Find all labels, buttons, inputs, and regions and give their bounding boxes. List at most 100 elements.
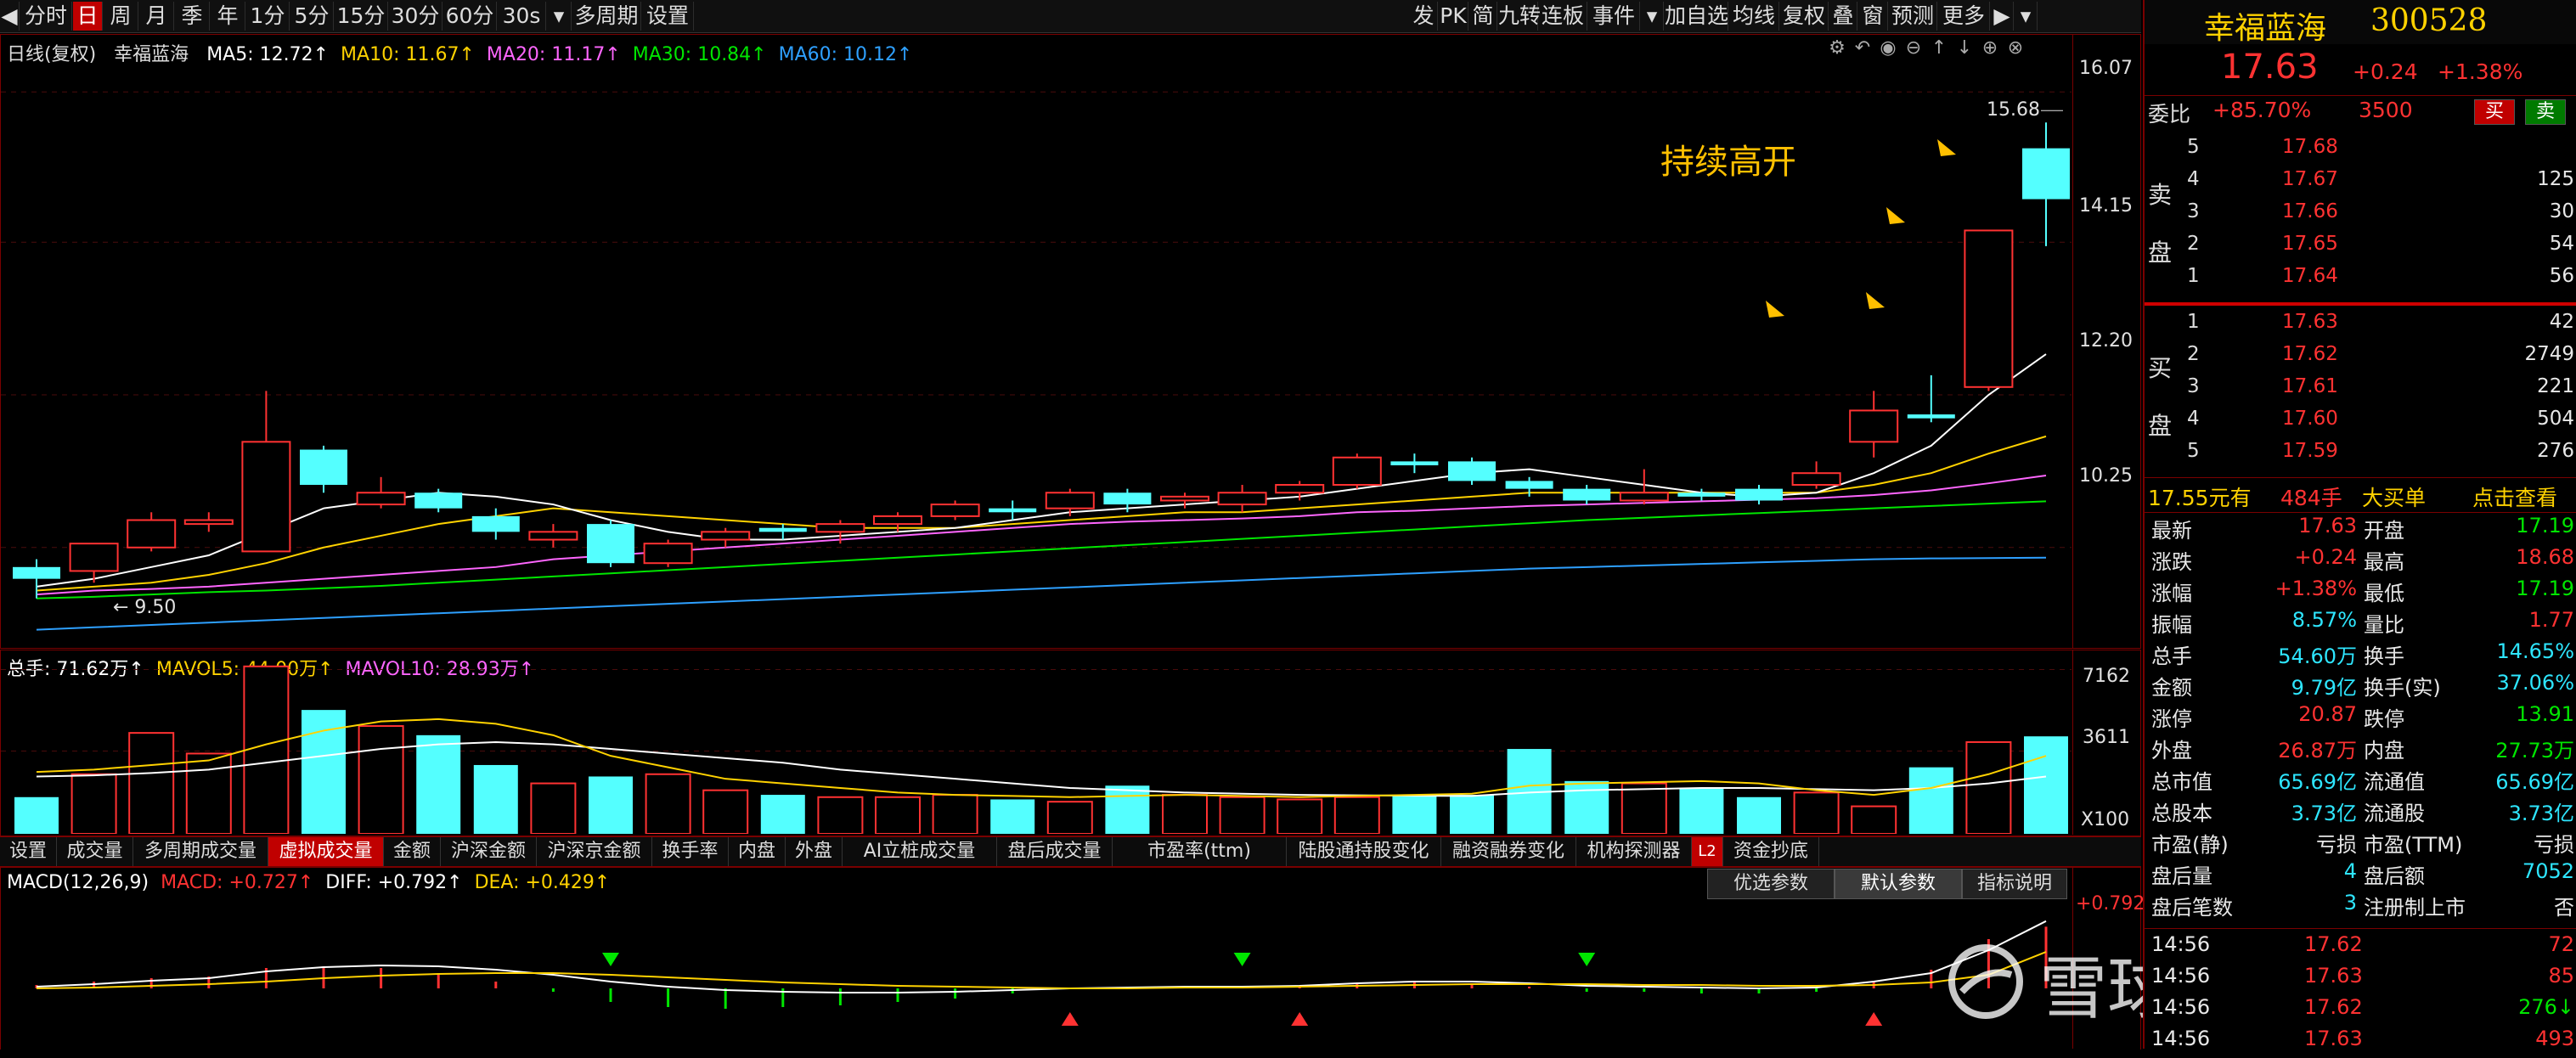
volume-bar-7[interactable] [416,734,461,834]
toolbar-right-item-0[interactable]: 发 [1410,2,1438,31]
candle-8[interactable] [471,508,520,540]
up-arrow-icon[interactable]: ↑ [1926,37,1952,59]
volume-bar-22[interactable] [1277,798,1323,834]
volume-bar-27[interactable] [1564,780,1609,834]
bid-row-1[interactable]: 1 17.63 42 [2145,311,2576,337]
close-circle-icon[interactable]: ⊗ [2003,37,2028,59]
ask-row-1[interactable]: 1 17.64 56 [2145,265,2576,291]
candle-12[interactable] [701,527,751,548]
macd-chart[interactable] [1,900,2072,1049]
candle-10[interactable] [587,520,634,567]
indicator-tab-0[interactable]: 设置 [0,837,57,866]
indicator-tab-13[interactable]: 陆股通持股变化 [1287,837,1441,866]
toolbar-right-item-9[interactable]: 复权 [1780,2,1829,31]
candle-15[interactable] [873,512,922,532]
volume-bar-28[interactable] [1621,782,1667,834]
indicator-tab-9[interactable]: 外盘 [786,837,843,866]
volume-bar-32[interactable] [1851,805,1897,834]
toolbar-right-item-1[interactable]: PK [1439,2,1468,31]
macd-button-0[interactable]: 优选参数 [1707,869,1835,899]
indicator-tab-4[interactable]: 金额 [384,837,441,866]
toolbar-item-10[interactable]: 30分 [389,2,442,31]
toolbar-item-14[interactable]: 多周期 [572,2,641,31]
indicator-tab-1[interactable]: 成交量 [57,837,133,866]
toolbar-item-5[interactable]: 季 [175,2,210,31]
candle-9[interactable] [528,524,578,548]
candle-6[interactable] [356,476,406,509]
indicator-tab-10[interactable]: AI立桩成交量 [843,837,997,866]
volume-bar-18[interactable] [1046,801,1093,834]
toolbar-right-item-10[interactable]: 叠 [1829,2,1857,31]
volume-chart[interactable] [1,650,2072,834]
candle-33[interactable] [1907,374,1955,423]
volume-bar-8[interactable] [473,764,518,834]
indicator-tab-7[interactable]: 换手率 [652,837,729,866]
volume-bar-29[interactable] [1679,787,1724,834]
volume-bar-30[interactable] [1737,796,1781,834]
indicator-tab-15[interactable]: 机构探测器 [1576,837,1692,866]
toolbar-item-1[interactable]: 分时 [20,2,72,31]
toolbar-item-15[interactable]: 设置 [642,2,694,31]
volume-bar-6[interactable] [358,725,404,834]
indicator-tab-5[interactable]: 沪深金额 [441,837,537,866]
indicator-tab-11[interactable]: 盘后成交量 [997,837,1113,866]
candle-21[interactable] [1217,485,1267,513]
toolbar-item-9[interactable]: 15分 [335,2,388,31]
volume-bar-0[interactable] [14,796,59,834]
volume-bar-21[interactable] [1219,796,1265,834]
bid-row-2[interactable]: 2 17.62 2749 [2145,343,2576,369]
volume-bar-17[interactable] [990,799,1035,834]
candle-5[interactable] [300,445,347,493]
indicator-tab-8[interactable]: 内盘 [729,837,786,866]
toolbar-right-item-2[interactable]: 简 [1469,2,1497,31]
candle-18[interactable] [1045,488,1095,516]
toolbar-item-8[interactable]: 5分 [290,2,334,31]
toolbar-right-item-14[interactable]: ▶ [1991,2,2014,31]
macd-button-1[interactable]: 默认参数 [1835,869,1962,899]
candle-7[interactable] [414,488,463,513]
candle-11[interactable] [643,539,693,567]
ask-row-5[interactable]: 5 17.68 [2145,136,2576,162]
volume-bar-1[interactable] [70,773,117,834]
ask-row-4[interactable]: 4 17.67 125 [2145,168,2576,194]
indicator-tab-6[interactable]: 沪深京金额 [537,837,652,866]
volume-bar-24[interactable] [1392,795,1437,834]
volume-bar-23[interactable] [1333,796,1380,834]
volume-bar-13[interactable] [760,795,805,834]
volume-bar-31[interactable] [1793,791,1840,834]
volume-bar-2[interactable] [128,732,175,834]
candle-30[interactable] [1735,485,1783,505]
volume-bar-16[interactable] [932,794,978,834]
buy-button[interactable]: 买 [2474,99,2515,125]
candle-25[interactable] [1448,457,1496,486]
volume-bar-4[interactable] [243,665,290,834]
ask-row-2[interactable]: 2 17.65 54 [2145,233,2576,259]
candle-2[interactable] [127,512,177,552]
indicator-tab-12[interactable]: 市盈率(ttm) [1113,837,1287,866]
sell-button[interactable]: 卖 [2525,99,2566,125]
bid-row-4[interactable]: 4 17.60 504 [2145,408,2576,434]
toolbar-item-13[interactable]: ▾ [547,2,572,31]
candle-3[interactable] [183,512,234,532]
indicator-tab-17[interactable]: 资金抄底 [1723,837,1819,866]
eye-icon[interactable]: ◉ [1875,37,1901,59]
volume-bar-11[interactable] [645,773,691,834]
toolbar-right-item-7[interactable]: 加自选 [1665,2,1728,31]
ask-row-3[interactable]: 3 17.66 30 [2145,200,2576,227]
indicator-tab-3[interactable]: 虚拟成交量 [268,837,384,866]
candle-27[interactable] [1563,485,1611,505]
toolbar-right-item-12[interactable]: 预测 [1889,2,1937,31]
volume-bar-14[interactable] [817,796,864,834]
volume-bar-19[interactable] [1105,785,1150,834]
toolbar-right-item-8[interactable]: 均线 [1729,2,1779,31]
candle-35[interactable] [2022,122,2070,246]
toolbar-right-item-13[interactable]: 更多 [1938,2,1990,31]
toolbar-right-item-3[interactable]: 九转 [1498,2,1541,31]
volume-bar-35[interactable] [2024,736,2068,834]
settings-icon[interactable]: ⚙ [1824,37,1850,59]
big-order-row[interactable]: 17.55元有 484手 大买单 点击查看 [2145,477,2576,513]
minus-circle-icon[interactable]: ⊖ [1901,37,1926,59]
indicator-tab-16[interactable]: L2 [1692,837,1723,866]
toolbar-item-3[interactable]: 周 [104,2,138,31]
toolbar-item-0[interactable]: ◀ [0,2,20,31]
